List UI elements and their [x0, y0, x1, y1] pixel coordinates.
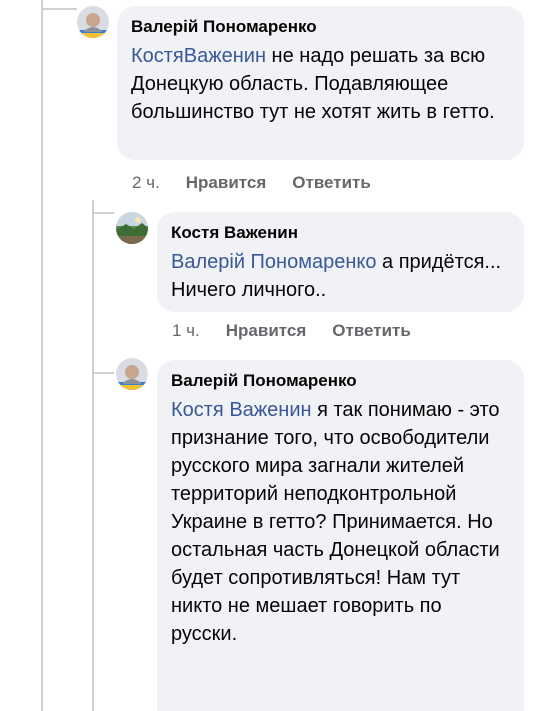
mention-link[interactable]: Костя Важенин: [171, 399, 312, 421]
thread-line-elbow-top: [41, 8, 77, 10]
comment-body: я так понимаю - это признание того, что …: [171, 399, 500, 645]
thread-line-outer: [41, 0, 43, 711]
avatar-photo-icon: [116, 358, 148, 390]
like-button[interactable]: Нравится: [226, 321, 307, 341]
avatar-photo-icon: [77, 6, 109, 38]
comment-author[interactable]: Валерій Пономаренко: [131, 16, 510, 38]
comment-time[interactable]: 2 ч.: [132, 173, 160, 193]
comment-author[interactable]: Костя Важенин: [171, 222, 510, 244]
avatar[interactable]: [116, 212, 148, 244]
comment-actions: 2 ч. Нравится Ответить: [132, 173, 371, 193]
comment-text: Костя Важенин я так понимаю - это призна…: [171, 396, 510, 648]
comment-text: КостяВаженин не надо решать за всю Донец…: [131, 42, 510, 126]
comment-bubble: Валерій Пономаренко КостяВаженин не надо…: [117, 6, 524, 160]
avatar-landscape-icon: [116, 212, 148, 244]
thread-line-inner: [92, 200, 94, 711]
avatar[interactable]: [77, 6, 109, 38]
mention-link[interactable]: КостяВаженин: [131, 45, 266, 67]
comment-author[interactable]: Валерій Пономаренко: [171, 370, 510, 392]
comment-bubble: Валерій Пономаренко Костя Важенин я так …: [157, 360, 524, 711]
reply-button[interactable]: Ответить: [292, 173, 371, 193]
thread-line-elbow-2: [92, 372, 114, 374]
comment-bubble: Костя Важенин Валерій Пономаренко а прид…: [157, 212, 524, 312]
like-button[interactable]: Нравится: [186, 173, 267, 193]
comment-actions: 1 ч. Нравится Ответить: [172, 321, 411, 341]
reply-button[interactable]: Ответить: [332, 321, 411, 341]
comment-text: Валерій Пономаренко а придётся... Ничего…: [171, 248, 510, 304]
mention-link[interactable]: Валерій Пономаренко: [171, 251, 376, 273]
thread-line-elbow-1: [92, 212, 114, 214]
comment-time[interactable]: 1 ч.: [172, 321, 200, 341]
avatar[interactable]: [116, 358, 148, 390]
